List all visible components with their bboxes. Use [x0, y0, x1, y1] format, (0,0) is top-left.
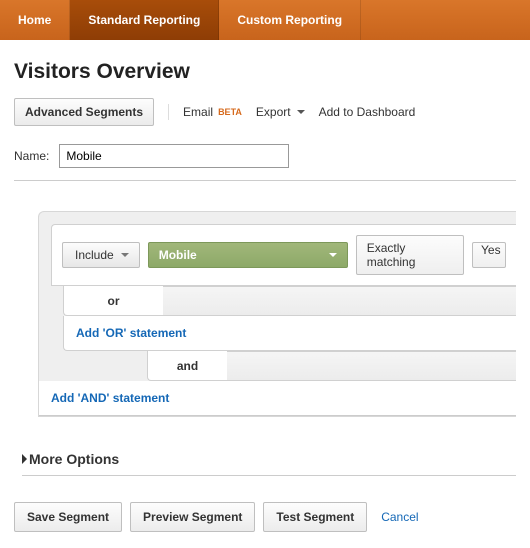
footer-actions: Save Segment Preview Segment Test Segmen… — [0, 502, 530, 548]
cancel-link[interactable]: Cancel — [381, 510, 418, 524]
nav-tab-custom-reporting[interactable]: Custom Reporting — [219, 0, 361, 40]
or-connector-row: or — [51, 286, 516, 316]
add-or-statement-link[interactable]: Add 'OR' statement — [63, 316, 516, 351]
rule-row: Include Mobile Exactly matching Yes — [51, 224, 516, 286]
caret-down-icon — [121, 253, 129, 257]
add-and-statement-link[interactable]: Add 'AND' statement — [39, 381, 516, 416]
condition-value-input[interactable]: Yes — [472, 242, 506, 268]
caret-down-icon — [297, 110, 305, 114]
triangle-right-icon — [22, 454, 27, 464]
top-nav: Home Standard Reporting Custom Reporting — [0, 0, 530, 40]
report-toolbar: Advanced Segments Email BETA Export Add … — [14, 98, 516, 126]
advanced-segments-button[interactable]: Advanced Segments — [14, 98, 154, 126]
or-connector-label: or — [63, 286, 163, 316]
save-segment-button[interactable]: Save Segment — [14, 502, 122, 532]
dimension-dropdown[interactable]: Mobile — [148, 242, 348, 268]
segment-name-row: Name: — [14, 144, 516, 181]
export-label: Export — [256, 105, 291, 119]
email-link[interactable]: Email BETA — [183, 105, 242, 119]
dimension-label: Mobile — [159, 248, 197, 262]
segment-name-input[interactable] — [59, 144, 289, 168]
segment-builder: Include Mobile Exactly matching Yes or A… — [38, 211, 516, 417]
include-exclude-dropdown[interactable]: Include — [62, 242, 140, 268]
more-options-label: More Options — [29, 451, 119, 467]
include-label: Include — [75, 248, 114, 262]
and-connector-label: and — [147, 351, 227, 381]
preview-segment-button[interactable]: Preview Segment — [130, 502, 255, 532]
add-to-dashboard-link[interactable]: Add to Dashboard — [319, 105, 416, 119]
email-label: Email — [183, 105, 213, 119]
toolbar-separator — [168, 104, 169, 120]
name-label: Name: — [14, 149, 49, 163]
beta-badge: BETA — [218, 107, 242, 117]
and-connector-slot — [227, 351, 516, 381]
export-dropdown[interactable]: Export — [256, 105, 305, 119]
nav-tab-home[interactable]: Home — [0, 0, 70, 40]
test-segment-button[interactable]: Test Segment — [263, 502, 367, 532]
and-connector-row: and — [39, 351, 516, 381]
caret-down-icon — [329, 253, 337, 257]
or-connector-slot — [163, 286, 516, 316]
more-options-toggle[interactable]: More Options — [22, 451, 516, 476]
nav-tab-standard-reporting[interactable]: Standard Reporting — [70, 0, 219, 40]
page-title: Visitors Overview — [14, 60, 516, 84]
match-type-dropdown[interactable]: Exactly matching — [356, 235, 464, 275]
